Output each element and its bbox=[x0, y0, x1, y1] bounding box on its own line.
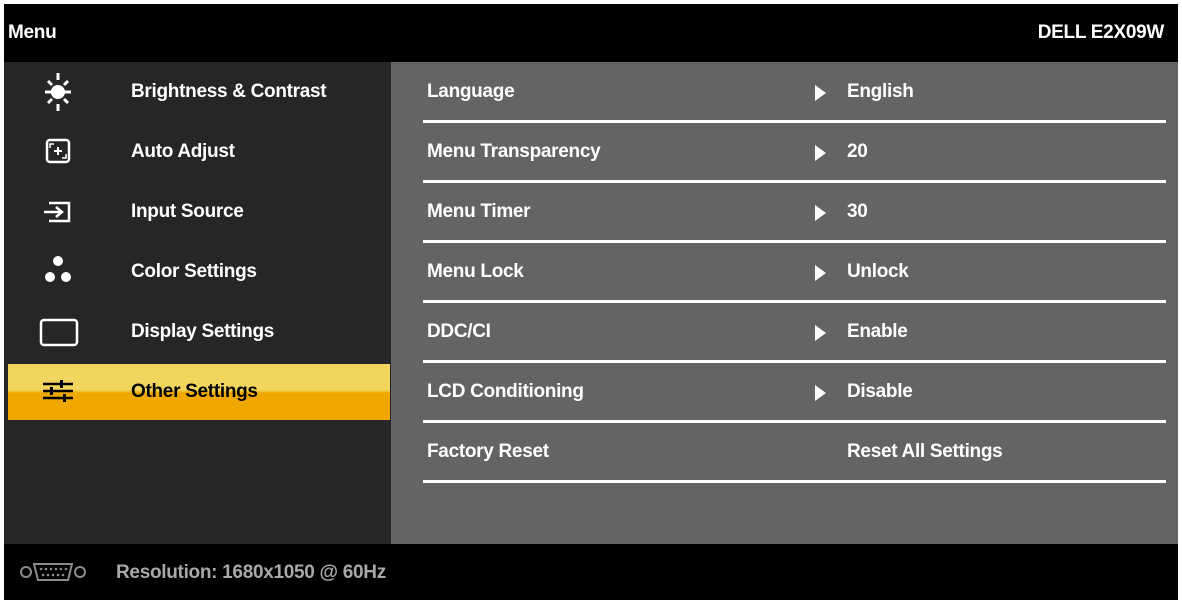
sidebar-item-other-settings[interactable]: Other Settings bbox=[8, 364, 390, 420]
sidebar-item-label: Color Settings bbox=[131, 261, 257, 282]
sidebar-item-color-settings[interactable]: Color Settings bbox=[4, 242, 390, 302]
setting-label: Factory Reset bbox=[427, 441, 549, 462]
setting-row-menu-transparency[interactable]: Menu Transparency 20 bbox=[391, 122, 1178, 183]
setting-value: Unlock bbox=[847, 261, 909, 282]
arrow-right-icon bbox=[815, 265, 826, 281]
color-settings-icon bbox=[32, 252, 84, 292]
setting-value: Enable bbox=[847, 321, 908, 342]
setting-row-factory-reset[interactable]: Factory Reset Reset All Settings bbox=[391, 422, 1178, 483]
setting-value: English bbox=[847, 81, 914, 102]
setting-label: LCD Conditioning bbox=[427, 381, 584, 402]
sidebar-item-input-source[interactable]: Input Source bbox=[4, 182, 390, 242]
sidebar-item-label: Other Settings bbox=[131, 381, 258, 402]
setting-row-ddc-ci[interactable]: DDC/CI Enable bbox=[391, 302, 1178, 363]
setting-label: Menu Transparency bbox=[427, 141, 601, 162]
arrow-right-icon bbox=[815, 85, 826, 101]
arrow-right-icon bbox=[815, 145, 826, 161]
title-bar: Menu DELL E2X09W bbox=[4, 4, 1178, 62]
setting-label: DDC/CI bbox=[427, 321, 491, 342]
menu-title: Menu bbox=[8, 22, 57, 43]
status-bar: Resolution: 1680x1050 @ 60Hz bbox=[4, 544, 1178, 600]
brightness-icon bbox=[32, 72, 84, 112]
setting-row-language[interactable]: Language English bbox=[391, 62, 1178, 123]
sidebar-item-label: Input Source bbox=[131, 201, 244, 222]
setting-value: 30 bbox=[847, 201, 868, 222]
resolution-status: Resolution: 1680x1050 @ 60Hz bbox=[116, 562, 386, 583]
display-settings-icon bbox=[32, 312, 84, 352]
sidebar: Brightness & Contrast Auto Adjust Input … bbox=[4, 62, 391, 544]
setting-row-menu-lock[interactable]: Menu Lock Unlock bbox=[391, 242, 1178, 303]
setting-label: Language bbox=[427, 81, 515, 102]
setting-label: Menu Timer bbox=[427, 201, 531, 222]
setting-label: Menu Lock bbox=[427, 261, 524, 282]
settings-panel: Language English Menu Transparency 20 Me… bbox=[391, 62, 1178, 544]
arrow-right-icon bbox=[815, 385, 826, 401]
setting-row-lcd-conditioning[interactable]: LCD Conditioning Disable bbox=[391, 362, 1178, 423]
sidebar-item-label: Auto Adjust bbox=[131, 141, 235, 162]
arrow-right-icon bbox=[815, 205, 826, 221]
monitor-osd: Menu DELL E2X09W Brightness & Contrast A… bbox=[4, 4, 1178, 600]
setting-row-menu-timer[interactable]: Menu Timer 30 bbox=[391, 182, 1178, 243]
sidebar-item-auto-adjust[interactable]: Auto Adjust bbox=[4, 122, 390, 182]
setting-value: Reset All Settings bbox=[847, 441, 1003, 462]
setting-value: Disable bbox=[847, 381, 913, 402]
sidebar-item-brightness-contrast[interactable]: Brightness & Contrast bbox=[4, 62, 390, 122]
row-divider bbox=[423, 480, 1166, 483]
sidebar-item-label: Brightness & Contrast bbox=[131, 81, 327, 102]
sidebar-item-display-settings[interactable]: Display Settings bbox=[4, 302, 390, 362]
input-source-icon bbox=[32, 192, 84, 232]
setting-value: 20 bbox=[847, 141, 868, 162]
arrow-right-icon bbox=[815, 325, 826, 341]
monitor-model: DELL E2X09W bbox=[1037, 22, 1165, 43]
sliders-icon bbox=[32, 372, 84, 412]
auto-adjust-icon bbox=[32, 132, 84, 172]
vga-connector-icon bbox=[16, 560, 90, 584]
sidebar-item-label: Display Settings bbox=[131, 321, 275, 342]
